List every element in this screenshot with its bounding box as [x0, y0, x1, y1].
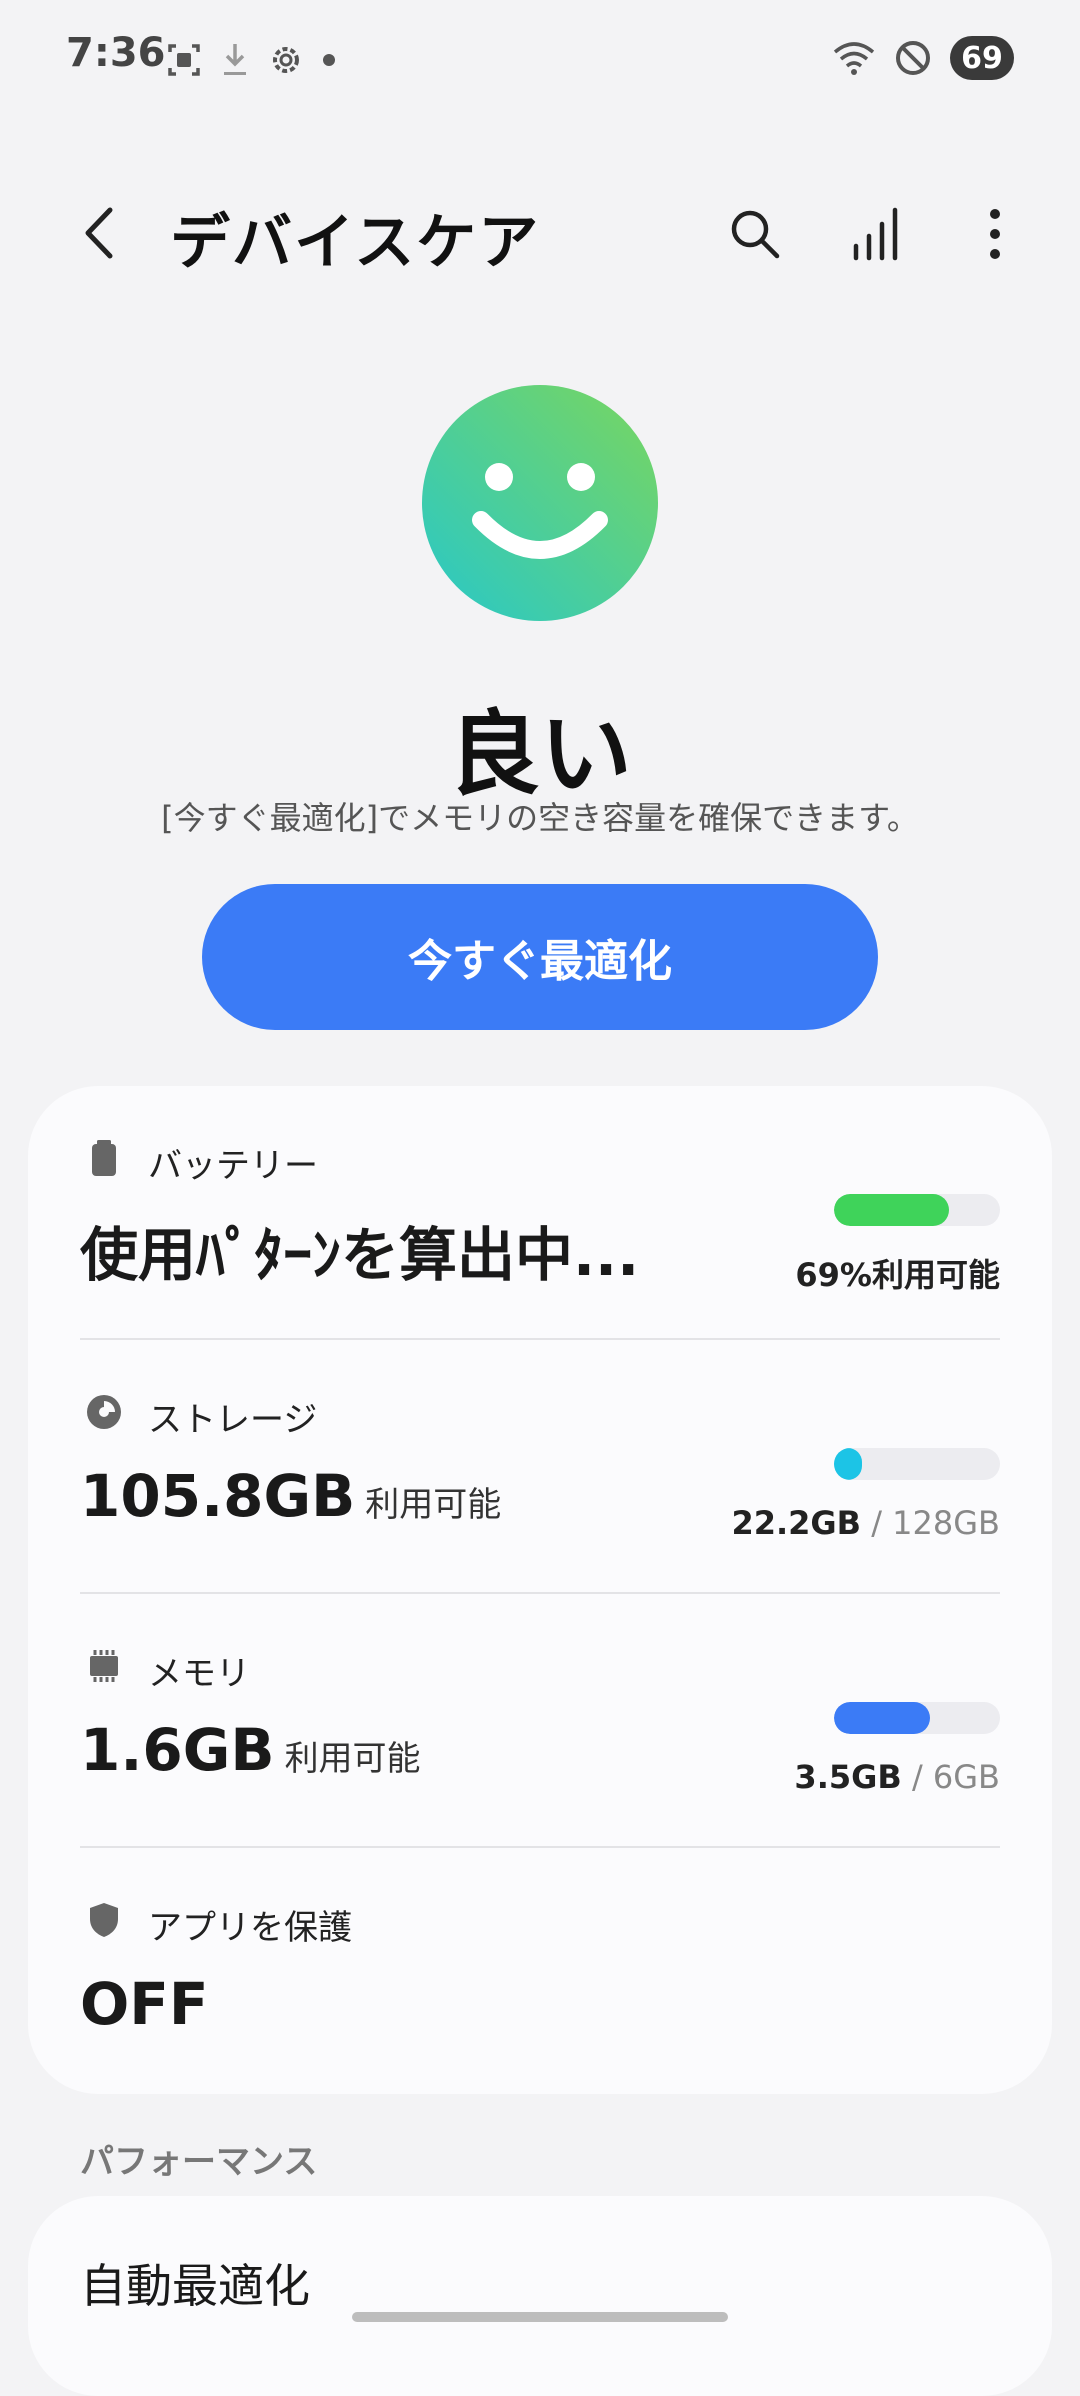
status-bar: 7:36 69 — [0, 0, 1080, 120]
storage-amount: 105.8GB — [80, 1462, 356, 1530]
optimize-now-button[interactable]: 今すぐ最適化 — [202, 884, 878, 1030]
app-protection-row[interactable]: アプリを保護 OFF — [28, 1848, 1052, 2100]
auto-optimize-label: 自動最適化 — [80, 2259, 310, 2313]
back-button[interactable] — [72, 198, 132, 268]
settings-icon — [273, 47, 299, 73]
app-protection-value: OFF — [80, 1970, 209, 2038]
status-time: 7:36 — [66, 30, 166, 76]
battery-indicator: 69 — [950, 36, 1014, 80]
app-protection-label: アプリを保護 — [148, 1908, 352, 1948]
device-care-card: バッテリー 使用ﾊﾟﾀｰﾝを算出中... 69%利用可能 ストレージ 105.8… — [28, 1086, 1052, 2094]
memory-meter-fill — [834, 1702, 931, 1734]
smiley-status-icon — [422, 385, 658, 621]
battery-meter — [834, 1194, 1000, 1226]
memory-total: 6GB — [932, 1758, 1000, 1796]
storage-total: 128GB — [892, 1504, 1000, 1542]
status-system-icons: 69 — [832, 34, 1014, 82]
search-button[interactable] — [720, 194, 790, 274]
battery-row[interactable]: バッテリー 使用ﾊﾟﾀｰﾝを算出中... 69%利用可能 — [28, 1086, 1052, 1338]
chevron-left-icon — [85, 207, 113, 259]
status-notification-icons — [166, 38, 336, 82]
battery-meter-fill — [834, 1194, 949, 1226]
battery-available-text: 69%利用可能 — [795, 1256, 1000, 1294]
storage-value: 105.8GB 利用可能 — [80, 1462, 501, 1530]
screenshot-icon — [168, 44, 200, 76]
battery-label: バッテリー — [148, 1146, 318, 1186]
memory-chip-icon — [90, 1650, 118, 1682]
do-not-disturb-icon — [896, 41, 930, 75]
memory-value: 1.6GB 利用可能 — [80, 1716, 421, 1784]
battery-available: 69%利用可能 — [795, 1250, 1000, 1296]
performance-section-header: パフォーマンス — [80, 2142, 318, 2182]
storage-pie-icon — [87, 1395, 121, 1429]
shield-icon — [90, 1903, 118, 1937]
storage-unit: 利用可能 — [365, 1485, 502, 1525]
memory-amount: 1.6GB — [80, 1716, 275, 1784]
more-icon — [990, 209, 1000, 259]
search-icon — [731, 210, 780, 259]
more-options-button[interactable] — [960, 194, 1030, 274]
memory-separator: / — [901, 1758, 933, 1796]
memory-used: 3.5GB — [794, 1758, 902, 1796]
wifi-icon — [833, 42, 875, 75]
storage-used: 22.2GB — [731, 1504, 862, 1542]
app-bar: デバイスケア — [0, 180, 1080, 290]
page-title: デバイスケア — [170, 208, 541, 278]
storage-meter — [834, 1448, 1000, 1480]
storage-separator: / — [861, 1504, 893, 1542]
memory-unit: 利用可能 — [284, 1739, 421, 1779]
dot-icon — [323, 54, 335, 66]
memory-usage: 3.5GB / 6GB — [794, 1758, 1000, 1796]
report-button[interactable] — [840, 194, 910, 274]
download-icon — [224, 44, 246, 75]
battery-icon — [92, 1140, 116, 1176]
storage-meter-fill — [834, 1448, 863, 1480]
auto-optimize-card[interactable]: 自動最適化 — [28, 2196, 1052, 2396]
chart-icon — [853, 207, 898, 261]
storage-row[interactable]: ストレージ 105.8GB 利用可能 22.2GB / 128GB — [28, 1340, 1052, 1592]
memory-label: メモリ — [148, 1654, 250, 1694]
storage-usage: 22.2GB / 128GB — [731, 1504, 1000, 1542]
navigation-gesture-handle[interactable] — [352, 2312, 728, 2322]
memory-row[interactable]: メモリ 1.6GB 利用可能 3.5GB / 6GB — [28, 1594, 1052, 1846]
app-bar-actions — [720, 194, 1030, 274]
memory-meter — [834, 1702, 1000, 1734]
storage-label: ストレージ — [148, 1400, 318, 1440]
status-description: [今すぐ最適化]でメモリの空き容量を確保できます。 — [161, 799, 919, 837]
battery-value: 使用ﾊﾟﾀｰﾝを算出中... — [80, 1221, 640, 1289]
